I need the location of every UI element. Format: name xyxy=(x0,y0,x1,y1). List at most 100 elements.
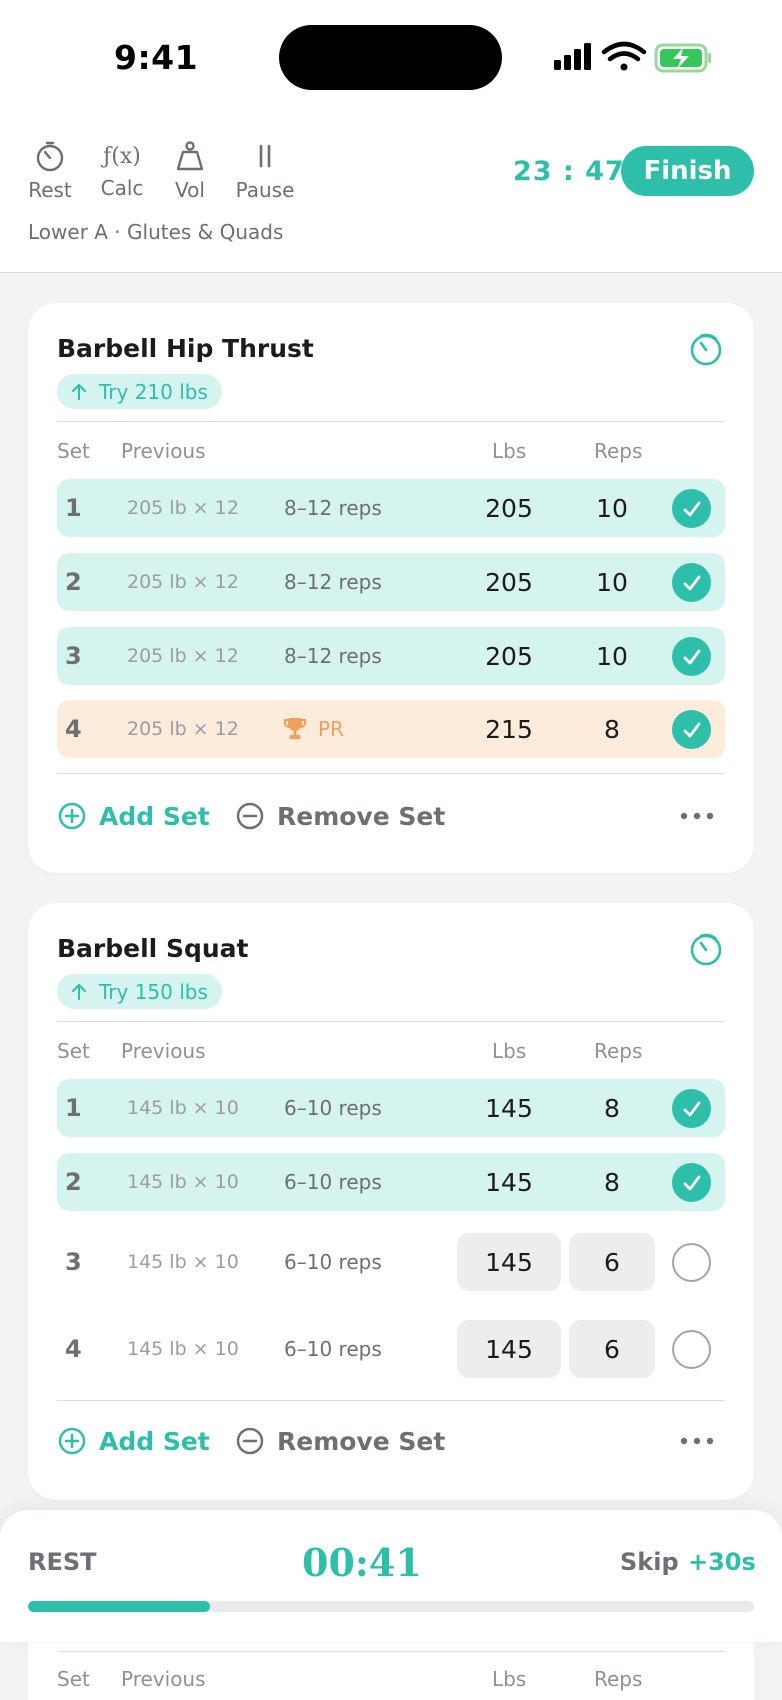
arrow-up-icon xyxy=(72,983,86,1000)
col-set: Set xyxy=(57,1667,90,1691)
volume-tool-button[interactable]: Vol xyxy=(150,138,230,202)
set-complete-checkbox[interactable] xyxy=(672,1089,711,1128)
set-complete-checkbox[interactable] xyxy=(672,710,711,749)
lbs-input[interactable]: 215 xyxy=(457,700,561,758)
pause-icon xyxy=(225,138,305,174)
status-bar: 9:41 xyxy=(0,0,782,118)
set-actions: Add Set Remove Set xyxy=(57,796,725,836)
col-set: Set xyxy=(57,439,90,463)
checkmark-icon xyxy=(683,575,700,590)
weight-icon xyxy=(150,138,230,174)
add-30s-button[interactable]: +30s xyxy=(688,1548,756,1576)
reps-input[interactable]: 6 xyxy=(569,1233,655,1291)
trophy-icon xyxy=(284,718,306,739)
set-row: 1 145 lb × 10 6–10 reps 145 8 xyxy=(57,1079,725,1137)
exercise-name: Barbell Squat xyxy=(57,934,249,963)
elapsed-timer: 23 : 47 xyxy=(513,156,625,187)
remove-set-label: Remove Set xyxy=(277,1426,446,1456)
set-row: 2 145 lb × 10 6–10 reps 145 8 xyxy=(57,1153,725,1211)
status-time: 9:41 xyxy=(114,38,199,77)
col-lbs: Lbs xyxy=(492,439,527,463)
add-set-button[interactable]: Add Set xyxy=(57,1421,210,1461)
set-row: 3 205 lb × 12 8–12 reps 205 10 xyxy=(57,627,725,685)
rest-tool-label: Rest xyxy=(28,178,72,202)
checkmark-icon xyxy=(683,1175,700,1190)
target-reps: 8–12 reps xyxy=(284,570,382,594)
target-reps: 6–10 reps xyxy=(284,1096,382,1120)
next-exercise-card-peek: Set Previous Lbs Reps xyxy=(28,1642,754,1700)
suggestion-text: Try 150 lbs xyxy=(99,979,208,1004)
set-complete-checkbox[interactable] xyxy=(672,1163,711,1202)
lbs-input[interactable]: 145 xyxy=(457,1320,561,1378)
set-row: 2 205 lb × 12 8–12 reps 205 10 xyxy=(57,553,725,611)
lbs-input[interactable]: 145 xyxy=(457,1079,561,1137)
set-number: 2 xyxy=(65,568,82,596)
set-number: 1 xyxy=(65,494,82,522)
add-set-button[interactable]: Add Set xyxy=(57,796,210,836)
pause-tool-label: Pause xyxy=(235,178,295,202)
previous-value: 145 lb × 10 xyxy=(127,1171,239,1193)
col-lbs: Lbs xyxy=(492,1667,527,1691)
previous-value: 145 lb × 10 xyxy=(127,1097,239,1119)
reps-input[interactable]: 10 xyxy=(569,627,655,685)
checkmark-icon xyxy=(683,1101,700,1116)
col-previous: Previous xyxy=(121,1039,206,1063)
rest-countdown: 00:41 xyxy=(302,1540,422,1585)
more-options-button[interactable] xyxy=(677,796,717,836)
col-lbs: Lbs xyxy=(492,1039,527,1063)
skip-rest-button[interactable]: Skip xyxy=(620,1548,679,1576)
ellipsis-icon xyxy=(680,812,714,820)
pause-tool-button[interactable]: Pause xyxy=(225,138,305,202)
set-row-pr: 4 205 lb × 12 PR 215 8 xyxy=(57,700,725,758)
add-set-label: Add Set xyxy=(99,1426,210,1456)
reps-input[interactable]: 10 xyxy=(569,553,655,611)
exercise-card: Barbell Hip Thrust Try 210 lbs Set Previ… xyxy=(28,303,754,873)
lbs-input[interactable]: 205 xyxy=(457,479,561,537)
exercise-card: Barbell Squat Try 150 lbs Set Previous L… xyxy=(28,903,754,1500)
remove-set-button[interactable]: Remove Set xyxy=(235,1421,445,1461)
battery-charging-icon xyxy=(654,43,711,73)
target-reps: 8–12 reps xyxy=(284,496,382,520)
rest-timer-icon[interactable] xyxy=(688,931,724,967)
target-reps: 6–10 reps xyxy=(284,1250,382,1274)
arrow-up-icon xyxy=(72,383,86,400)
reps-input[interactable]: 8 xyxy=(569,1079,655,1137)
weight-suggestion-badge: Try 210 lbs xyxy=(57,374,222,409)
minus-circle-icon xyxy=(236,1427,264,1455)
set-complete-checkbox[interactable] xyxy=(672,489,711,528)
checkmark-icon xyxy=(683,501,700,516)
set-complete-checkbox[interactable] xyxy=(672,563,711,602)
reps-input[interactable]: 6 xyxy=(569,1320,655,1378)
reps-input[interactable]: 10 xyxy=(569,479,655,537)
remove-set-button[interactable]: Remove Set xyxy=(235,796,445,836)
rest-tool-button[interactable]: Rest xyxy=(10,138,90,202)
previous-value: 205 lb × 12 xyxy=(127,645,239,667)
set-number: 3 xyxy=(65,642,82,670)
workout-header: Rest ƒ(x) Calc Vol Pause 23 : 47 Finish … xyxy=(0,118,782,273)
dynamic-island xyxy=(279,25,502,90)
set-number: 1 xyxy=(65,1094,82,1122)
lbs-input[interactable]: 205 xyxy=(457,553,561,611)
col-previous: Previous xyxy=(121,1667,206,1691)
more-options-button[interactable] xyxy=(677,1421,717,1461)
plus-circle-icon xyxy=(58,1427,86,1455)
lbs-input[interactable]: 145 xyxy=(457,1153,561,1211)
lbs-input[interactable]: 145 xyxy=(457,1233,561,1291)
divider xyxy=(57,1021,725,1022)
set-complete-checkbox[interactable] xyxy=(672,1330,711,1369)
set-complete-checkbox[interactable] xyxy=(672,637,711,676)
suggestion-text: Try 210 lbs xyxy=(99,379,208,404)
weight-suggestion-badge: Try 150 lbs xyxy=(57,974,222,1009)
plus-circle-icon xyxy=(58,802,86,830)
lbs-input[interactable]: 205 xyxy=(457,627,561,685)
workout-subtitle: Lower A · Glutes & Quads xyxy=(28,220,284,244)
rest-timer-icon[interactable] xyxy=(688,331,724,367)
finish-button[interactable]: Finish xyxy=(621,146,754,196)
set-complete-checkbox[interactable] xyxy=(672,1243,711,1282)
divider xyxy=(57,1400,725,1401)
checkmark-icon xyxy=(683,649,700,664)
reps-input[interactable]: 8 xyxy=(569,1153,655,1211)
reps-input[interactable]: 8 xyxy=(569,700,655,758)
remove-set-label: Remove Set xyxy=(277,801,446,831)
set-number: 3 xyxy=(65,1248,82,1276)
